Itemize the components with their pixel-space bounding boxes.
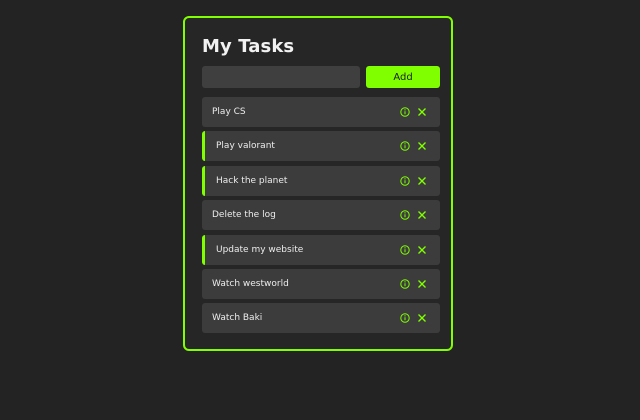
info-circle-icon[interactable] [400, 210, 410, 220]
task-item[interactable]: Update my website [202, 234, 440, 265]
page-title: My Tasks [202, 36, 295, 57]
task-actions [400, 166, 427, 196]
info-circle-icon[interactable] [400, 313, 410, 324]
add-button[interactable]: Add [366, 66, 440, 88]
task-item[interactable]: Delete the log [202, 200, 440, 231]
info-circle-icon[interactable] [400, 176, 410, 186]
task-item[interactable]: Hack the planet [202, 165, 440, 196]
info-circle-icon[interactable] [400, 107, 410, 117]
task-actions [400, 97, 427, 127]
close-icon[interactable] [417, 176, 427, 186]
info-circle-icon[interactable] [400, 244, 410, 255]
task-item[interactable]: Play valorant [202, 131, 440, 162]
task-actions [400, 303, 427, 333]
add-task-form: Add [202, 66, 440, 88]
close-icon[interactable] [417, 313, 427, 323]
task-actions [400, 131, 427, 161]
task-actions [400, 235, 427, 265]
task-actions [400, 200, 427, 230]
close-icon[interactable] [417, 107, 427, 117]
close-icon[interactable] [417, 210, 427, 220]
close-icon[interactable] [417, 279, 427, 289]
close-icon[interactable] [417, 245, 427, 255]
close-icon[interactable] [417, 141, 427, 151]
task-actions [400, 269, 427, 299]
info-circle-icon[interactable] [400, 279, 410, 289]
task-input[interactable] [202, 66, 360, 88]
task-item[interactable]: Watch westworld [202, 268, 440, 299]
task-item[interactable]: Play CS [202, 97, 440, 127]
task-list: Play CS Play valorant Hack the planet De… [202, 97, 440, 338]
task-item[interactable]: Watch Baki [202, 303, 440, 334]
tasks-card: My Tasks Add Play CS Play valorant Hack … [183, 16, 453, 351]
info-circle-icon[interactable] [400, 141, 410, 152]
